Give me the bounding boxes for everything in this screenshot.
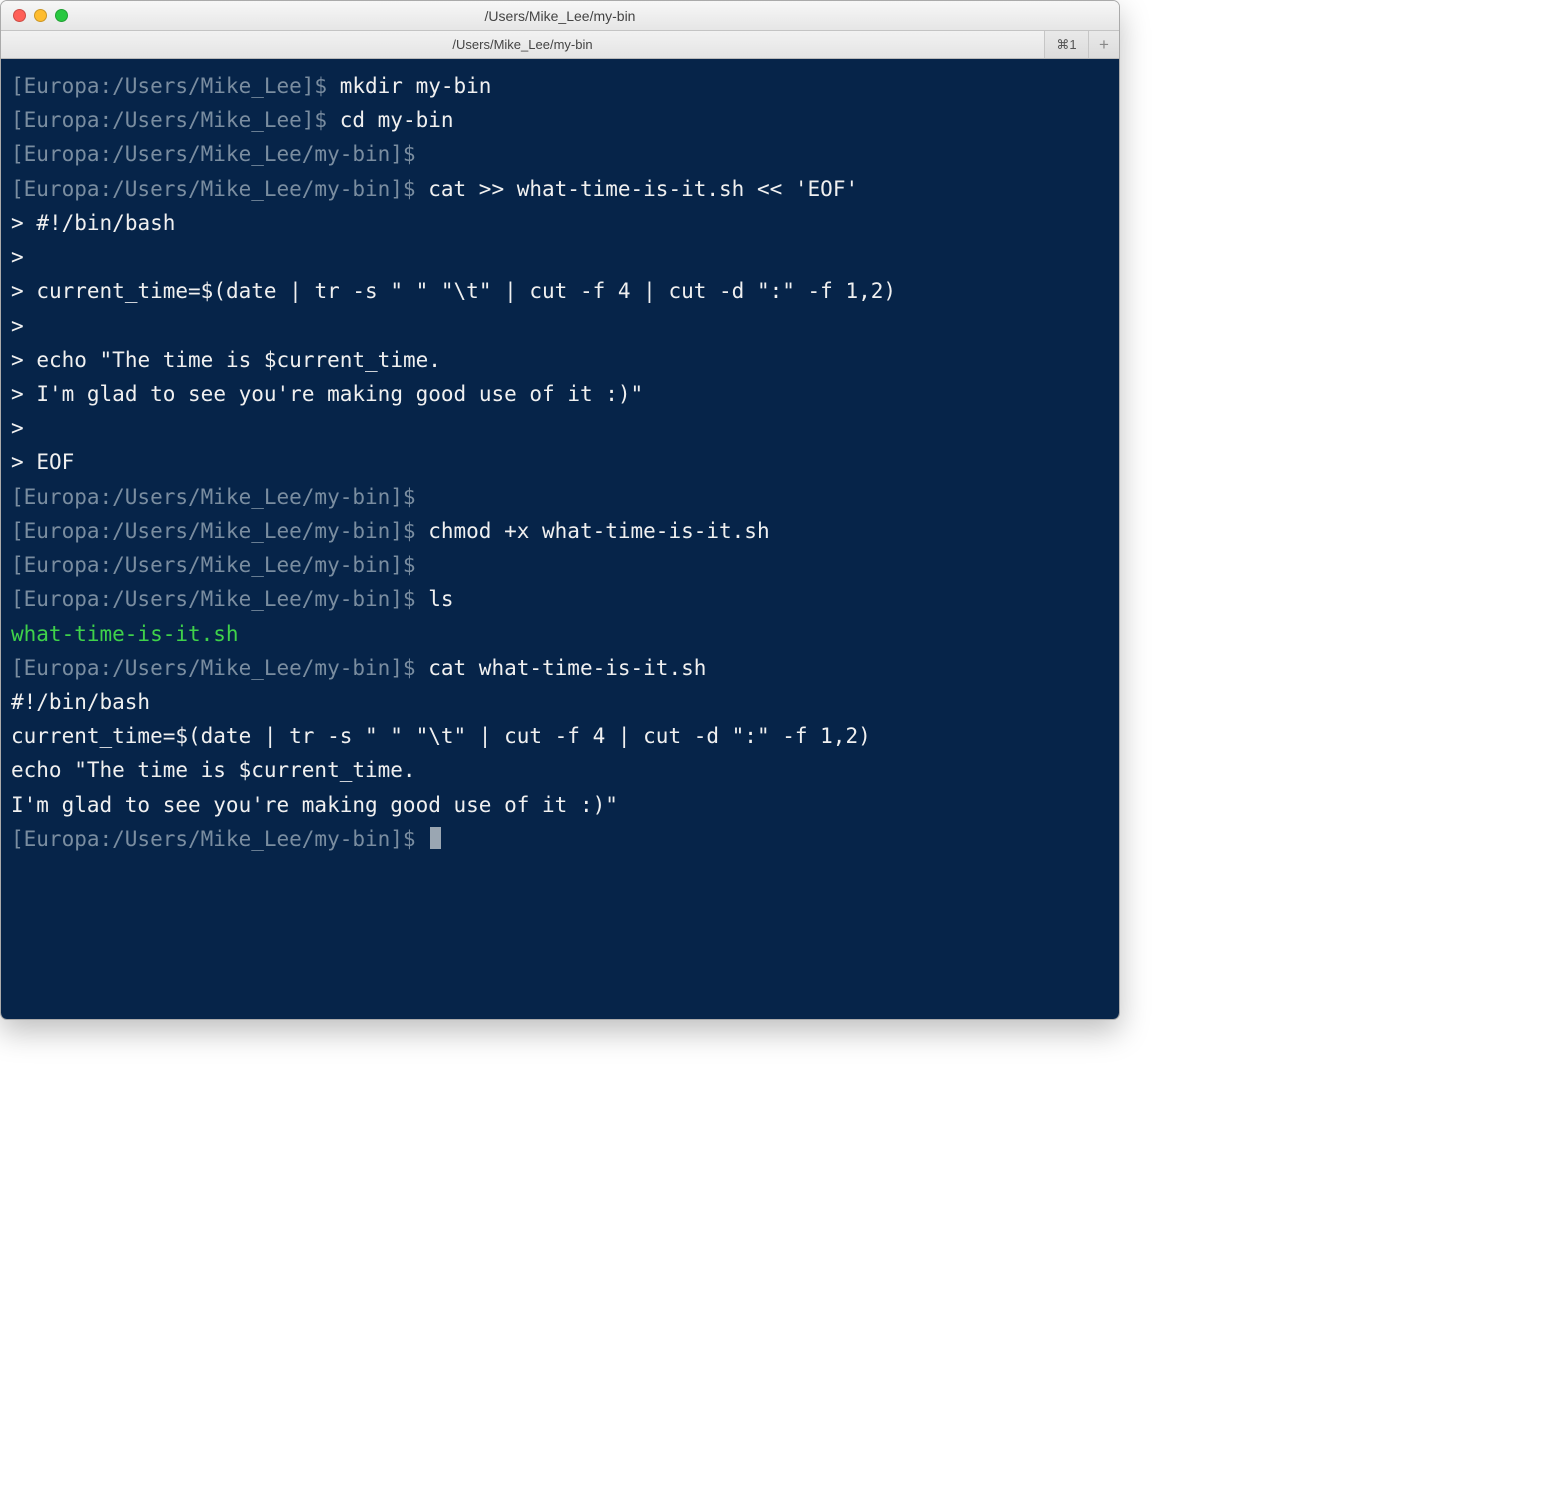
heredoc-line: EOF: [36, 450, 74, 474]
title-bar: /Users/Mike_Lee/my-bin: [1, 1, 1119, 31]
heredoc-line: echo "The time is $current_time.: [36, 348, 441, 372]
heredoc-line: current_time=$(date | tr -s " " "\t" | c…: [36, 279, 896, 303]
terminal-body[interactable]: [Europa:/Users/Mike_Lee]$ mkdir my-bin [E…: [1, 59, 1119, 1019]
ls-output-executable: what-time-is-it.sh: [11, 622, 239, 646]
heredoc-cont: >: [11, 211, 24, 235]
file-output: echo "The time is $current_time.: [11, 758, 416, 782]
file-output: #!/bin/bash: [11, 690, 150, 714]
heredoc-line: #!/bin/bash: [36, 211, 175, 235]
heredoc-line: I'm glad to see you're making good use o…: [36, 382, 643, 406]
traffic-lights: [1, 9, 68, 22]
heredoc-cont: >: [11, 245, 24, 269]
heredoc-cont: >: [11, 450, 24, 474]
prompt: [Europa:/Users/Mike_Lee]$: [11, 74, 327, 98]
maximize-button[interactable]: [55, 9, 68, 22]
command-text: ls: [428, 587, 453, 611]
command-text: mkdir my-bin: [340, 74, 492, 98]
tab-bar: /Users/Mike_Lee/my-bin ⌘1 +: [1, 31, 1119, 59]
cursor: [430, 827, 441, 849]
close-button[interactable]: [13, 9, 26, 22]
heredoc-cont: >: [11, 279, 24, 303]
prompt: [Europa:/Users/Mike_Lee/my-bin]$: [11, 656, 416, 680]
file-output: I'm glad to see you're making good use o…: [11, 793, 618, 817]
heredoc-cont: >: [11, 416, 24, 440]
prompt: [Europa:/Users/Mike_Lee/my-bin]$: [11, 485, 416, 509]
prompt: [Europa:/Users/Mike_Lee/my-bin]$: [11, 553, 416, 577]
command-text: cat what-time-is-it.sh: [428, 656, 706, 680]
file-output: current_time=$(date | tr -s " " "\t" | c…: [11, 724, 871, 748]
heredoc-cont: >: [11, 382, 24, 406]
prompt: [Europa:/Users/Mike_Lee/my-bin]$: [11, 142, 416, 166]
prompt: [Europa:/Users/Mike_Lee/my-bin]$: [11, 587, 416, 611]
command-text: cat >> what-time-is-it.sh << 'EOF': [428, 177, 858, 201]
prompt: [Europa:/Users/Mike_Lee/my-bin]$: [11, 827, 416, 851]
prompt: [Europa:/Users/Mike_Lee/my-bin]$: [11, 177, 416, 201]
minimize-button[interactable]: [34, 9, 47, 22]
prompt: [Europa:/Users/Mike_Lee/my-bin]$: [11, 519, 416, 543]
tab-shortcut: ⌘1: [1045, 31, 1089, 58]
window-title: /Users/Mike_Lee/my-bin: [1, 8, 1119, 24]
tab-label: /Users/Mike_Lee/my-bin: [452, 37, 592, 52]
tab-active[interactable]: /Users/Mike_Lee/my-bin: [1, 31, 1045, 58]
heredoc-cont: >: [11, 348, 24, 372]
command-text: cd my-bin: [340, 108, 454, 132]
terminal-window: /Users/Mike_Lee/my-bin /Users/Mike_Lee/m…: [0, 0, 1120, 1020]
command-text: chmod +x what-time-is-it.sh: [428, 519, 769, 543]
new-tab-button[interactable]: +: [1089, 31, 1119, 58]
prompt: [Europa:/Users/Mike_Lee]$: [11, 108, 327, 132]
heredoc-cont: >: [11, 314, 24, 338]
